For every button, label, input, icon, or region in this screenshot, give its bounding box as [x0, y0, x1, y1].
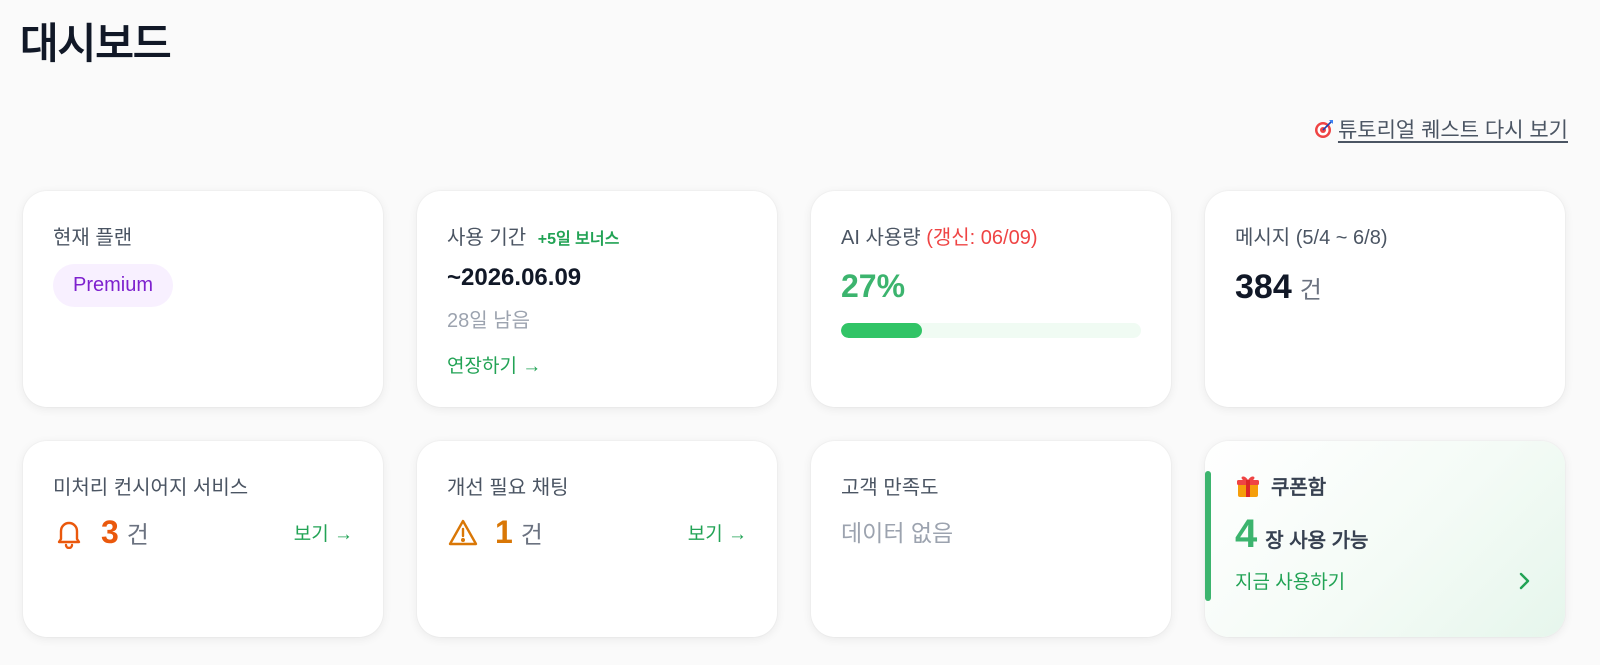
current-plan-card: 현재 플랜 Premium: [23, 191, 383, 407]
coupon-action-row: 지금 사용하기: [1235, 567, 1535, 594]
period-label: 사용 기간: [447, 227, 527, 249]
target-icon: [1314, 120, 1333, 138]
plan-badge: Premium: [53, 264, 174, 307]
chat-improve-label: 개선 필요 채팅: [447, 477, 569, 499]
chevron-right-icon[interactable]: [1513, 570, 1535, 592]
ai-usage-progress-fill: [841, 323, 922, 338]
satisfaction-label: 고객 만족도: [841, 477, 939, 499]
page-title: 대시보드: [20, 20, 172, 67]
messages-unit: 건: [1299, 277, 1322, 304]
coupon-title: 쿠폰함: [1271, 477, 1327, 499]
concierge-stat-row: 3 건 보기 →: [53, 514, 353, 551]
tutorial-link-label: 튜토리얼 퀘스트 다시 보기: [1337, 119, 1568, 142]
coupon-count-text: 장 사용 가능: [1265, 530, 1369, 552]
bell-icon: [57, 521, 81, 549]
messages-label: 메시지 (5/4 ~ 6/8): [1235, 227, 1388, 249]
messages-count: 384: [1235, 268, 1292, 306]
ai-usage-percent: 27%: [841, 268, 906, 304]
warning-icon: [448, 519, 478, 545]
coupon-count-row: 4 장 사용 가능: [1235, 512, 1535, 557]
concierge-count: 3: [101, 514, 119, 550]
coupon-card[interactable]: 쿠폰함 4 장 사용 가능 지금 사용하기: [1205, 441, 1565, 637]
usage-period-card: 사용 기간 +5일 보너스 ~2026.06.09 28일 남음 연장하기 →: [417, 191, 777, 407]
chat-improve-count: 1: [495, 514, 513, 550]
concierge-view-link[interactable]: 보기 →: [294, 519, 353, 546]
ai-usage-progress-bar: [841, 323, 1141, 338]
coupon-title-row: 쿠폰함: [1235, 471, 1535, 500]
ai-usage-label-row: AI 사용량 (갱신: 06/09): [841, 221, 1141, 250]
concierge-label: 미처리 컨시어지 서비스: [53, 477, 249, 499]
period-end-date: ~2026.06.09: [447, 264, 582, 291]
chat-improve-view-link[interactable]: 보기 →: [688, 519, 747, 546]
ai-usage-label: AI 사용량: [841, 227, 921, 249]
period-label-row: 사용 기간 +5일 보너스: [447, 221, 747, 250]
chat-improve-unit: 건: [520, 522, 543, 549]
extend-link[interactable]: 연장하기 →: [447, 351, 541, 378]
messages-count-row: 384 건: [1235, 268, 1535, 307]
bonus-badge: +5일 보너스: [537, 231, 620, 248]
concierge-card: 미처리 컨시어지 서비스 3 건 보기 →: [23, 441, 383, 637]
satisfaction-card: 고객 만족도 데이터 없음: [811, 441, 1171, 637]
plan-label: 현재 플랜: [53, 227, 133, 249]
concierge-unit: 건: [126, 522, 149, 549]
tutorial-quest-link[interactable]: 튜토리얼 퀘스트 다시 보기: [1314, 114, 1568, 144]
coupon-use-now-link[interactable]: 지금 사용하기: [1235, 567, 1345, 594]
dashboard-page: 대시보드 튜토리얼 퀘스트 다시 보기 현재 플랜 Premium 사용 기간 …: [0, 0, 1600, 665]
ai-usage-card: AI 사용량 (갱신: 06/09) 27%: [811, 191, 1171, 407]
chat-improve-stat-row: 1 건 보기 →: [447, 514, 747, 551]
coupon-count: 4: [1235, 512, 1258, 556]
messages-card: 메시지 (5/4 ~ 6/8) 384 건: [1205, 191, 1565, 407]
days-remaining: 28일 남음: [447, 310, 531, 332]
chat-improve-card: 개선 필요 채팅 1 건 보기 →: [417, 441, 777, 637]
renew-date: (갱신: 06/09): [926, 227, 1038, 249]
gift-icon: [1237, 476, 1259, 497]
coupon-accent-bar: [1205, 471, 1211, 601]
satisfaction-empty: 데이터 없음: [841, 520, 954, 546]
